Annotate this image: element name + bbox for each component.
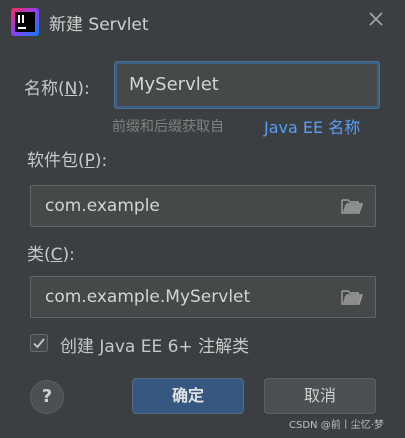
intellij-app-icon: [11, 8, 39, 36]
class-value: com.example.MyServlet: [45, 287, 251, 307]
package-label: 软件包(P):: [27, 151, 108, 171]
package-value: com.example: [45, 196, 160, 216]
name-hint-text: 前缀和后缀获取自: [112, 119, 224, 135]
name-label: 名称(N):: [24, 79, 90, 99]
dialog-title: 新建 Servlet: [49, 15, 149, 35]
close-icon[interactable]: [365, 8, 387, 30]
new-servlet-dialog: 新建 Servlet 名称(N): MyServlet 前缀和后缀获取自 Jav…: [0, 0, 405, 438]
cancel-button[interactable]: 取消: [264, 378, 376, 414]
package-field[interactable]: com.example: [30, 185, 376, 227]
title-bar: 新建 Servlet: [0, 0, 405, 44]
class-field[interactable]: com.example.MyServlet: [30, 276, 376, 318]
checkmark-icon: [33, 338, 45, 349]
annotation-checkbox[interactable]: [30, 334, 48, 352]
folder-browse-icon[interactable]: [341, 197, 363, 215]
ok-button[interactable]: 确定: [132, 378, 244, 414]
java-ee-names-link[interactable]: Java EE 名称: [264, 114, 360, 138]
servlet-name-input[interactable]: MyServlet: [114, 61, 380, 109]
help-button[interactable]: ?: [30, 380, 64, 414]
annotation-checkbox-label: 创建 Java EE 6+ 注解类: [60, 337, 250, 357]
watermark: CSDN @前丨尘忆·梦: [289, 420, 384, 431]
class-label: 类(C):: [27, 245, 75, 265]
folder-browse-icon[interactable]: [341, 288, 363, 306]
